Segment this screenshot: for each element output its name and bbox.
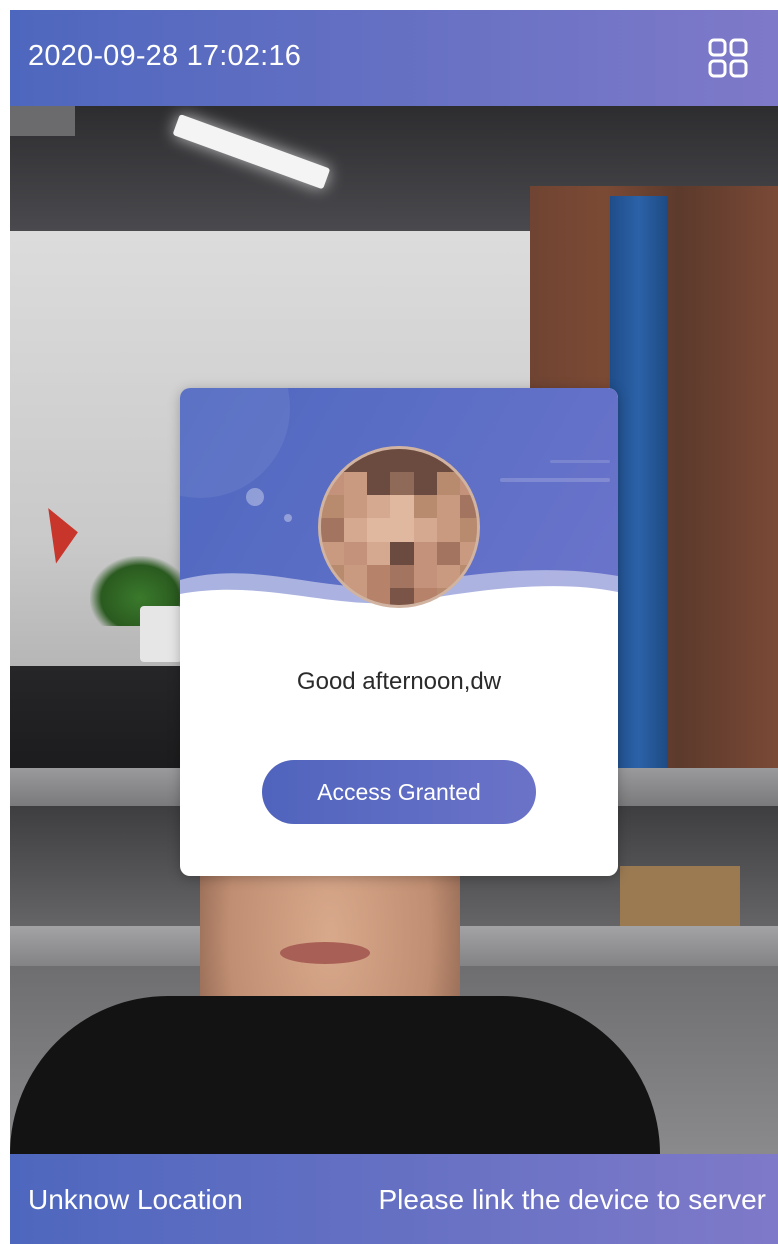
avatar-pixel [413, 541, 438, 566]
avatar-pixel [436, 587, 461, 605]
avatar-pixel [367, 449, 392, 474]
avatar-pixel [390, 541, 415, 566]
avatar-pixel [436, 564, 461, 589]
avatar-pixel [413, 587, 438, 605]
avatar-pixel [344, 564, 369, 589]
server-status-label: Please link the device to server [378, 1184, 766, 1215]
avatar-pixel [367, 472, 392, 497]
avatar-pixel [413, 449, 438, 474]
avatar-pixel [321, 449, 346, 474]
app-frame: 2020-09-28 17:02:16 Good afternoon,dw Ac… [10, 10, 778, 1244]
avatar-pixel [321, 518, 346, 543]
avatar-pixel [436, 495, 461, 520]
avatar-pixel [436, 541, 461, 566]
avatar-pixel [367, 518, 392, 543]
avatar-pixel [344, 518, 369, 543]
avatar-pixel [436, 449, 461, 474]
header-streak [500, 478, 610, 482]
avatar-pixel [321, 587, 346, 605]
header-dot-small [284, 514, 292, 522]
avatar-pixel [459, 564, 477, 589]
scene-person-mouth [280, 942, 370, 964]
header-streak-short [550, 460, 610, 463]
avatar-pixel [436, 518, 461, 543]
avatar-pixel [459, 541, 477, 566]
avatar-pixel [321, 495, 346, 520]
avatar-pixel [459, 449, 477, 474]
avatar-pixel [367, 541, 392, 566]
header-halo [180, 388, 290, 498]
datetime-label: 2020-09-28 17:02:16 [28, 40, 302, 72]
avatar-pixel [459, 587, 477, 605]
avatar-pixel [459, 472, 477, 497]
avatar-pixel [390, 472, 415, 497]
avatar-pixel [344, 587, 369, 605]
user-avatar [318, 446, 480, 608]
avatar-pixel [390, 587, 415, 605]
avatar-pixel [321, 472, 346, 497]
scene-vent [10, 106, 75, 136]
access-granted-button[interactable]: Access Granted [262, 760, 536, 824]
avatar-pixel [367, 587, 392, 605]
avatar-pixel [390, 518, 415, 543]
avatar-pixel [390, 449, 415, 474]
camera-preview: Good afternoon,dw Access Granted [10, 106, 778, 1154]
avatar-pixel [344, 495, 369, 520]
avatar-pixel [459, 518, 477, 543]
top-bar: 2020-09-28 17:02:16 [10, 10, 778, 106]
grid-menu-icon[interactable] [708, 38, 748, 78]
avatar-pixel [321, 564, 346, 589]
avatar-pixel [413, 564, 438, 589]
scene-person-shirt [10, 996, 660, 1154]
recognition-card: Good afternoon,dw Access Granted [180, 388, 618, 876]
location-label: Unknow Location [28, 1184, 243, 1215]
avatar-pixel [413, 495, 438, 520]
greeting-text: Good afternoon,dw [296, 668, 502, 695]
avatar-pixel [390, 495, 415, 520]
avatar-pixel [390, 564, 415, 589]
scene-pot [140, 606, 182, 662]
bottom-bar: Unknow Location Please link the device t… [10, 1154, 778, 1244]
avatar-pixel [413, 518, 438, 543]
avatar-pixel [413, 472, 438, 497]
avatar-pixel [344, 472, 369, 497]
avatar-pixel [367, 495, 392, 520]
avatar-pixel [344, 449, 369, 474]
avatar-pixel [436, 472, 461, 497]
avatar-pixel [367, 564, 392, 589]
avatar-pixel [459, 495, 477, 520]
header-dot [246, 488, 264, 506]
avatar-pixel [344, 541, 369, 566]
avatar-pixel [321, 541, 346, 566]
